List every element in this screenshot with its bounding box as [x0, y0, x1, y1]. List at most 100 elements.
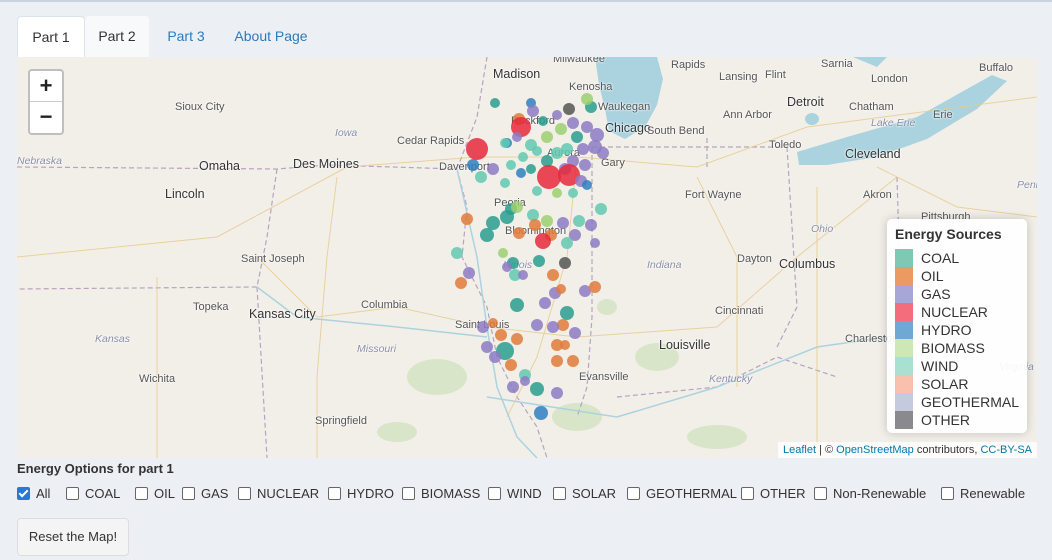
plant-marker [466, 138, 488, 160]
legend-label: WIND [921, 358, 959, 374]
plant-marker [589, 281, 601, 293]
plant-marker [518, 270, 528, 280]
top-border [0, 0, 1052, 2]
plant-marker [551, 387, 563, 399]
tab-part-2[interactable]: Part 2 [85, 16, 149, 57]
plant-marker [547, 269, 559, 281]
plant-marker [512, 132, 522, 142]
attribution-sep: | © [816, 444, 837, 456]
option-label: WIND [507, 486, 542, 501]
legend-swatch [895, 321, 913, 339]
reset-map-button[interactable]: Reset the Map! [17, 518, 129, 556]
option-label: HYDRO [347, 486, 394, 501]
option-label: COAL [85, 486, 121, 501]
plant-marker [595, 203, 607, 215]
zoom-in-button[interactable]: + [30, 71, 62, 102]
plant-markers[interactable] [17, 57, 1037, 458]
plant-marker [552, 110, 562, 120]
legend-label: SOLAR [921, 376, 969, 392]
plant-marker [463, 267, 475, 279]
options-title: Energy Options for part 1 [17, 461, 174, 476]
plant-marker [475, 171, 487, 183]
plant-marker [487, 163, 499, 175]
plant-marker [552, 188, 562, 198]
plant-marker [531, 319, 543, 331]
plant-marker [541, 215, 553, 227]
plant-marker [510, 298, 524, 312]
plant-marker [571, 131, 583, 143]
zoom-out-button[interactable]: − [30, 102, 62, 132]
plant-marker [569, 327, 581, 339]
plant-marker [500, 178, 510, 188]
option-label: OIL [154, 486, 175, 501]
tab-part-1[interactable]: Part 1 [17, 16, 85, 58]
plant-marker [538, 116, 548, 126]
checkbox[interactable] [553, 487, 566, 500]
option-label: OTHER [760, 486, 806, 501]
legend-swatch [895, 393, 913, 411]
tab-about-page[interactable]: About Page [227, 16, 315, 57]
option-label: NUCLEAR [257, 486, 320, 501]
plant-marker [567, 117, 579, 129]
plant-marker [532, 186, 542, 196]
checkbox[interactable] [182, 487, 195, 500]
plant-marker [455, 277, 467, 289]
plant-marker [537, 165, 561, 189]
checkbox[interactable] [814, 487, 827, 500]
plant-marker [590, 128, 604, 142]
plant-marker [461, 213, 473, 225]
plant-marker [557, 319, 569, 331]
plant-marker [505, 359, 517, 371]
plant-marker [568, 188, 578, 198]
plant-marker [527, 209, 539, 221]
checkbox[interactable] [66, 487, 79, 500]
legend-label: OIL [921, 268, 944, 284]
plant-marker [530, 382, 544, 396]
plant-marker [490, 98, 500, 108]
option-label: All [36, 486, 51, 501]
plant-marker [597, 147, 609, 159]
option-label: Renewable [960, 486, 1026, 501]
checkbox[interactable] [17, 487, 30, 500]
legend-label: GAS [921, 286, 951, 302]
legend-label: NUCLEAR [921, 304, 988, 320]
license-link[interactable]: CC-BY-SA [980, 444, 1032, 456]
checkbox[interactable] [627, 487, 640, 500]
plant-marker [579, 159, 591, 171]
checkbox[interactable] [402, 487, 415, 500]
checkbox[interactable] [941, 487, 954, 500]
plant-marker [555, 123, 567, 135]
checkbox[interactable] [741, 487, 754, 500]
legend-label: OTHER [921, 412, 970, 428]
plant-marker [560, 340, 570, 350]
plant-marker [551, 355, 563, 367]
map-attribution: Leaflet | © OpenStreetMap contributors, … [777, 442, 1037, 458]
legend-label: BIOMASS [921, 340, 985, 356]
plant-marker [561, 237, 573, 249]
plant-marker [518, 152, 528, 162]
plant-marker [516, 168, 526, 178]
checkbox[interactable] [238, 487, 251, 500]
plant-marker [563, 103, 575, 115]
plant-marker [526, 164, 536, 174]
plant-marker [486, 216, 500, 230]
plant-marker [467, 159, 479, 171]
option-label: GAS [201, 486, 229, 501]
legend: Energy Sources COAL OIL GAS NUCLEAR HYDRO BIO… [887, 219, 1027, 433]
energy-map[interactable]: Milwaukee Madison Kenosha Waukegan Rockf… [17, 57, 1037, 458]
checkbox[interactable] [135, 487, 148, 500]
checkbox[interactable] [328, 487, 341, 500]
plant-marker [532, 146, 542, 156]
legend-swatch [895, 339, 913, 357]
plant-marker [500, 138, 510, 148]
osm-link[interactable]: OpenStreetMap [836, 444, 914, 456]
tab-part-3[interactable]: Part 3 [157, 16, 215, 57]
legend-swatch [895, 357, 913, 375]
leaflet-link[interactable]: Leaflet [783, 444, 816, 456]
legend-swatch [895, 267, 913, 285]
legend-swatch [895, 411, 913, 429]
option-label: GEOTHERMAL [646, 486, 738, 501]
plant-marker [533, 255, 545, 267]
checkbox[interactable] [488, 487, 501, 500]
plant-marker [567, 355, 579, 367]
